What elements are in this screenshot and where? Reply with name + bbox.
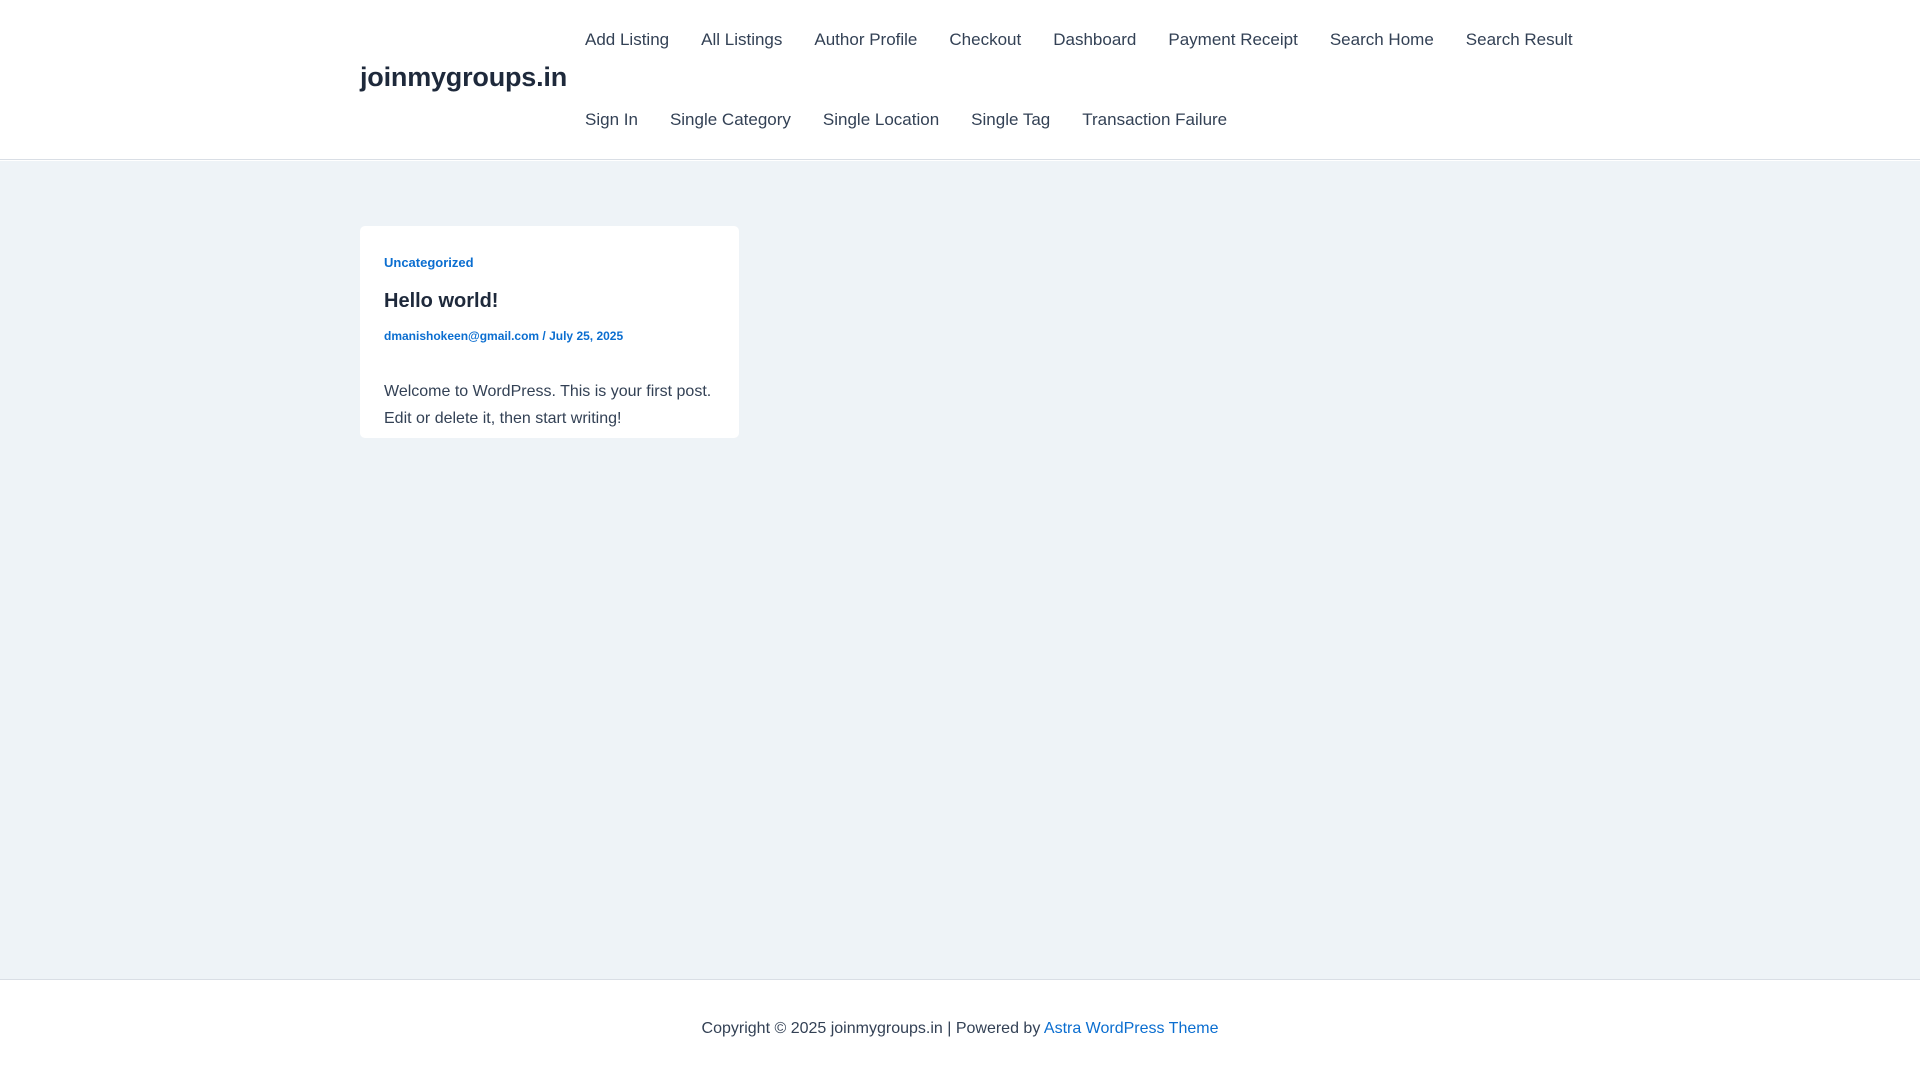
post-meta-separator: / [539,329,550,343]
nav-item-transaction-failure[interactable]: Transaction Failure [1066,108,1243,132]
site-header: joinmygroups.in Add Listing All Listings… [0,0,1920,160]
post-title-link[interactable]: Hello world! [384,290,498,313]
nav-item-single-category[interactable]: Single Category [654,108,807,132]
nav-item-author-profile[interactable]: Author Profile [798,28,933,52]
site-title-link[interactable]: joinmygroups.in [360,62,567,93]
nav-item-search-result[interactable]: Search Result [1450,28,1589,52]
post-card: Uncategorized Hello world! dmanishokeen@… [360,226,739,438]
nav-item-all-listings[interactable]: All Listings [685,28,798,52]
nav-item-payment-receipt[interactable]: Payment Receipt [1152,28,1313,52]
nav-item-dashboard[interactable]: Dashboard [1037,28,1152,52]
post-author-link[interactable]: dmanishokeen@gmail.com [384,329,539,343]
footer-copyright: Copyright © 2025 joinmygroups.in | Power… [0,1020,1920,1038]
post-excerpt: Welcome to WordPress. This is your first… [384,383,712,427]
site-footer: Copyright © 2025 joinmygroups.in | Power… [0,979,1920,1080]
post-meta: dmanishokeen@gmail.com / July 25, 2025 [384,329,623,343]
nav-item-single-tag[interactable]: Single Tag [955,108,1066,132]
post-date-link[interactable]: July 25, 2025 [549,329,623,343]
nav-item-checkout[interactable]: Checkout [933,28,1037,52]
nav-row-1: Add Listing All Listings Author Profile … [568,28,1589,52]
nav-item-sign-in[interactable]: Sign In [568,108,654,132]
post-category-link[interactable]: Uncategorized [384,255,474,270]
footer-theme-link[interactable]: Astra WordPress Theme [1044,1020,1219,1037]
nav-row-2: Sign In Single Category Single Location … [568,108,1243,132]
nav-item-search-home[interactable]: Search Home [1314,28,1450,52]
main-content: Uncategorized Hello world! dmanishokeen@… [0,161,1920,979]
nav-item-single-location[interactable]: Single Location [807,108,955,132]
footer-copyright-text: Copyright © 2025 joinmygroups.in | Power… [701,1020,1044,1037]
nav-item-add-listing[interactable]: Add Listing [568,28,685,52]
